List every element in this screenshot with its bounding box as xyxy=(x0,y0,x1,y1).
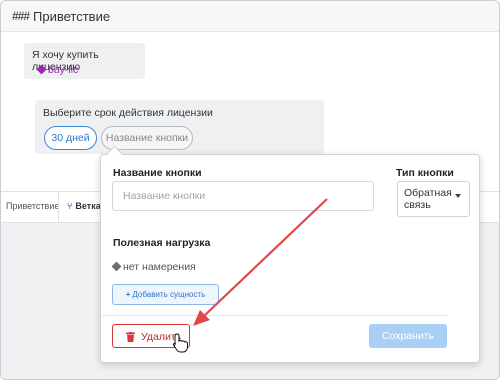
caret-down-icon xyxy=(455,194,461,198)
tab-divider xyxy=(58,192,59,222)
tab-greeting[interactable]: Приветствие xyxy=(6,201,59,211)
button-type-select[interactable]: Обратная связь xyxy=(397,181,470,217)
plus-icon: + xyxy=(125,290,131,299)
app-window: ### Приветствие Я хочу купить лицензию b… xyxy=(0,0,500,380)
hash-icon: ### xyxy=(12,9,30,23)
button-type-value: Обратная связь xyxy=(404,187,452,211)
quick-reply-button-30-days[interactable]: 30 дней xyxy=(44,126,97,150)
button-type-label: Тип кнопки xyxy=(396,167,454,179)
bot-message[interactable]: Выберите срок действия лицензии 30 дней … xyxy=(35,100,324,154)
no-intent-label: нет намерения xyxy=(123,261,196,273)
payload-label: Полезная нагрузка xyxy=(113,237,211,249)
add-entity-button[interactable]: + Добавить сущность xyxy=(112,284,219,305)
page-title: Приветствие xyxy=(33,9,111,24)
save-button[interactable]: Сохранить xyxy=(369,324,447,348)
add-entity-label: Добавить сущность xyxy=(132,290,206,299)
trash-icon xyxy=(126,332,135,342)
tag-icon xyxy=(36,64,47,75)
user-message[interactable]: Я хочу купить лицензию buy-lic xyxy=(24,43,145,79)
button-name-label: Название кнопки xyxy=(113,167,202,179)
delete-button[interactable]: Удалить xyxy=(112,324,190,348)
delete-button-label: Удалить xyxy=(141,331,182,343)
button-edit-popover: Название кнопки Тип кнопки Обратная связ… xyxy=(100,154,480,363)
tag-icon xyxy=(111,261,122,272)
intent-tag-label: buy-lic xyxy=(48,64,79,76)
header-bar: ### Приветствие xyxy=(1,1,499,32)
branch-icon: ⑂ xyxy=(67,201,73,211)
intent-tag[interactable]: buy-lic xyxy=(36,64,79,76)
no-intent-tag: нет намерения xyxy=(111,261,196,273)
bot-message-text: Выберите срок действия лицензии xyxy=(43,107,213,119)
popover-divider xyxy=(101,315,447,316)
button-name-input[interactable] xyxy=(112,181,374,211)
